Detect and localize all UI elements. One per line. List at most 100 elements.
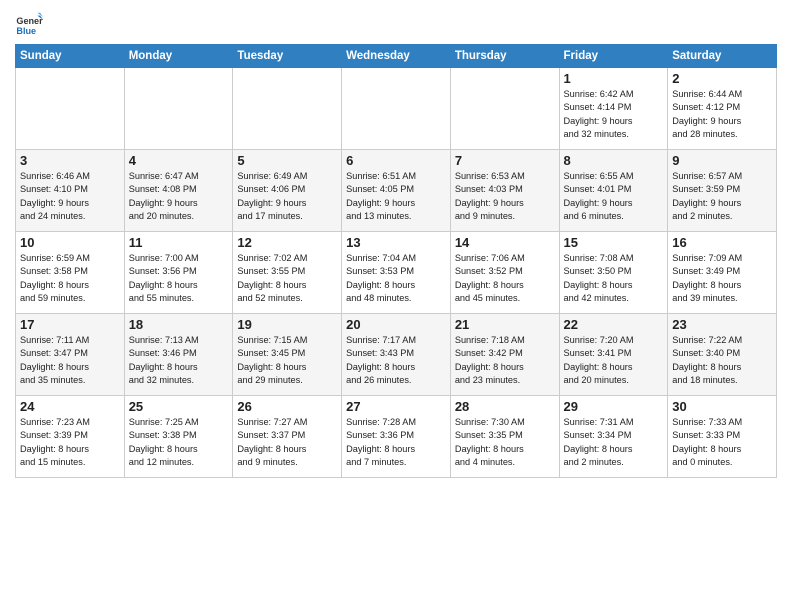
day-number: 21 bbox=[455, 317, 555, 332]
svg-text:General: General bbox=[16, 16, 43, 26]
day-cell: 24Sunrise: 7:23 AM Sunset: 3:39 PM Dayli… bbox=[16, 396, 125, 478]
day-info: Sunrise: 6:47 AM Sunset: 4:08 PM Dayligh… bbox=[129, 170, 229, 223]
day-number: 26 bbox=[237, 399, 337, 414]
day-info: Sunrise: 6:51 AM Sunset: 4:05 PM Dayligh… bbox=[346, 170, 446, 223]
logo-icon: General Blue bbox=[15, 10, 43, 38]
day-info: Sunrise: 6:44 AM Sunset: 4:12 PM Dayligh… bbox=[672, 88, 772, 141]
day-cell: 16Sunrise: 7:09 AM Sunset: 3:49 PM Dayli… bbox=[668, 232, 777, 314]
day-cell: 13Sunrise: 7:04 AM Sunset: 3:53 PM Dayli… bbox=[342, 232, 451, 314]
week-row-0: 1 Sunrise: 6:42 AM Sunset: 4:14 PM Daylig… bbox=[16, 68, 777, 150]
day-cell bbox=[342, 68, 451, 150]
calendar-table: SundayMondayTuesdayWednesdayThursdayFrid… bbox=[15, 44, 777, 478]
day-info: Sunrise: 7:02 AM Sunset: 3:55 PM Dayligh… bbox=[237, 252, 337, 305]
day-cell: 2 Sunrise: 6:44 AM Sunset: 4:12 PM Daylig… bbox=[668, 68, 777, 150]
day-number: 9 bbox=[672, 153, 772, 168]
week-row-2: 10Sunrise: 6:59 AM Sunset: 3:58 PM Dayli… bbox=[16, 232, 777, 314]
day-info: Sunrise: 7:18 AM Sunset: 3:42 PM Dayligh… bbox=[455, 334, 555, 387]
day-info: Sunrise: 7:13 AM Sunset: 3:46 PM Dayligh… bbox=[129, 334, 229, 387]
day-cell: 26 Sunrise: 7:27 AM Sunset: 3:37 PM Dayli… bbox=[233, 396, 342, 478]
header-thursday: Thursday bbox=[450, 45, 559, 68]
header-wednesday: Wednesday bbox=[342, 45, 451, 68]
day-info: Sunrise: 6:57 AM Sunset: 3:59 PM Dayligh… bbox=[672, 170, 772, 223]
day-cell: 10Sunrise: 6:59 AM Sunset: 3:58 PM Dayli… bbox=[16, 232, 125, 314]
day-cell: 25 Sunrise: 7:25 AM Sunset: 3:38 PM Dayli… bbox=[124, 396, 233, 478]
day-info: Sunrise: 6:55 AM Sunset: 4:01 PM Dayligh… bbox=[564, 170, 664, 223]
day-info: Sunrise: 6:53 AM Sunset: 4:03 PM Dayligh… bbox=[455, 170, 555, 223]
day-number: 19 bbox=[237, 317, 337, 332]
day-info: Sunrise: 7:22 AM Sunset: 3:40 PM Dayligh… bbox=[672, 334, 772, 387]
day-cell bbox=[16, 68, 125, 150]
day-info: Sunrise: 7:09 AM Sunset: 3:49 PM Dayligh… bbox=[672, 252, 772, 305]
day-info: Sunrise: 7:27 AM Sunset: 3:37 PM Dayligh… bbox=[237, 416, 337, 469]
calendar-header: SundayMondayTuesdayWednesdayThursdayFrid… bbox=[16, 45, 777, 68]
day-number: 17 bbox=[20, 317, 120, 332]
day-cell: 6 Sunrise: 6:51 AM Sunset: 4:05 PM Daylig… bbox=[342, 150, 451, 232]
day-info: Sunrise: 7:15 AM Sunset: 3:45 PM Dayligh… bbox=[237, 334, 337, 387]
day-cell: 5 Sunrise: 6:49 AM Sunset: 4:06 PM Daylig… bbox=[233, 150, 342, 232]
week-row-4: 24Sunrise: 7:23 AM Sunset: 3:39 PM Dayli… bbox=[16, 396, 777, 478]
day-info: Sunrise: 7:08 AM Sunset: 3:50 PM Dayligh… bbox=[564, 252, 664, 305]
day-number: 23 bbox=[672, 317, 772, 332]
day-number: 18 bbox=[129, 317, 229, 332]
day-cell bbox=[233, 68, 342, 150]
day-cell: 17 Sunrise: 7:11 AM Sunset: 3:47 PM Dayli… bbox=[16, 314, 125, 396]
day-info: Sunrise: 7:31 AM Sunset: 3:34 PM Dayligh… bbox=[564, 416, 664, 469]
day-info: Sunrise: 7:20 AM Sunset: 3:41 PM Dayligh… bbox=[564, 334, 664, 387]
day-number: 12 bbox=[237, 235, 337, 250]
day-number: 2 bbox=[672, 71, 772, 86]
calendar-body: 1 Sunrise: 6:42 AM Sunset: 4:14 PM Daylig… bbox=[16, 68, 777, 478]
svg-text:Blue: Blue bbox=[16, 26, 36, 36]
day-info: Sunrise: 7:17 AM Sunset: 3:43 PM Dayligh… bbox=[346, 334, 446, 387]
day-number: 5 bbox=[237, 153, 337, 168]
day-cell: 15 Sunrise: 7:08 AM Sunset: 3:50 PM Dayli… bbox=[559, 232, 668, 314]
day-number: 28 bbox=[455, 399, 555, 414]
day-info: Sunrise: 6:59 AM Sunset: 3:58 PM Dayligh… bbox=[20, 252, 120, 305]
day-cell: 19 Sunrise: 7:15 AM Sunset: 3:45 PM Dayli… bbox=[233, 314, 342, 396]
day-cell: 12 Sunrise: 7:02 AM Sunset: 3:55 PM Dayli… bbox=[233, 232, 342, 314]
week-row-1: 3Sunrise: 6:46 AM Sunset: 4:10 PM Daylig… bbox=[16, 150, 777, 232]
day-number: 22 bbox=[564, 317, 664, 332]
day-cell bbox=[124, 68, 233, 150]
day-info: Sunrise: 7:25 AM Sunset: 3:38 PM Dayligh… bbox=[129, 416, 229, 469]
logo: General Blue bbox=[15, 10, 47, 38]
header-tuesday: Tuesday bbox=[233, 45, 342, 68]
day-info: Sunrise: 6:46 AM Sunset: 4:10 PM Dayligh… bbox=[20, 170, 120, 223]
day-cell bbox=[450, 68, 559, 150]
header-row: SundayMondayTuesdayWednesdayThursdayFrid… bbox=[16, 45, 777, 68]
day-number: 7 bbox=[455, 153, 555, 168]
header: General Blue bbox=[15, 10, 777, 38]
day-cell: 1 Sunrise: 6:42 AM Sunset: 4:14 PM Daylig… bbox=[559, 68, 668, 150]
day-number: 25 bbox=[129, 399, 229, 414]
main-container: General Blue SundayMondayTuesdayWednesda… bbox=[0, 0, 792, 483]
day-cell: 22 Sunrise: 7:20 AM Sunset: 3:41 PM Dayli… bbox=[559, 314, 668, 396]
day-info: Sunrise: 7:00 AM Sunset: 3:56 PM Dayligh… bbox=[129, 252, 229, 305]
day-number: 15 bbox=[564, 235, 664, 250]
day-info: Sunrise: 6:42 AM Sunset: 4:14 PM Dayligh… bbox=[564, 88, 664, 141]
day-cell: 28Sunrise: 7:30 AM Sunset: 3:35 PM Dayli… bbox=[450, 396, 559, 478]
day-number: 20 bbox=[346, 317, 446, 332]
day-info: Sunrise: 7:11 AM Sunset: 3:47 PM Dayligh… bbox=[20, 334, 120, 387]
day-cell: 30Sunrise: 7:33 AM Sunset: 3:33 PM Dayli… bbox=[668, 396, 777, 478]
day-cell: 7 Sunrise: 6:53 AM Sunset: 4:03 PM Daylig… bbox=[450, 150, 559, 232]
day-number: 29 bbox=[564, 399, 664, 414]
day-number: 27 bbox=[346, 399, 446, 414]
header-saturday: Saturday bbox=[668, 45, 777, 68]
day-number: 11 bbox=[129, 235, 229, 250]
day-info: Sunrise: 6:49 AM Sunset: 4:06 PM Dayligh… bbox=[237, 170, 337, 223]
day-cell: 8 Sunrise: 6:55 AM Sunset: 4:01 PM Daylig… bbox=[559, 150, 668, 232]
day-cell: 14Sunrise: 7:06 AM Sunset: 3:52 PM Dayli… bbox=[450, 232, 559, 314]
day-number: 13 bbox=[346, 235, 446, 250]
day-info: Sunrise: 7:23 AM Sunset: 3:39 PM Dayligh… bbox=[20, 416, 120, 469]
header-monday: Monday bbox=[124, 45, 233, 68]
day-cell: 4Sunrise: 6:47 AM Sunset: 4:08 PM Daylig… bbox=[124, 150, 233, 232]
header-friday: Friday bbox=[559, 45, 668, 68]
day-number: 1 bbox=[564, 71, 664, 86]
day-cell: 18 Sunrise: 7:13 AM Sunset: 3:46 PM Dayli… bbox=[124, 314, 233, 396]
day-cell: 29 Sunrise: 7:31 AM Sunset: 3:34 PM Dayli… bbox=[559, 396, 668, 478]
day-cell: 3Sunrise: 6:46 AM Sunset: 4:10 PM Daylig… bbox=[16, 150, 125, 232]
day-cell: 23 Sunrise: 7:22 AM Sunset: 3:40 PM Dayli… bbox=[668, 314, 777, 396]
week-row-3: 17 Sunrise: 7:11 AM Sunset: 3:47 PM Dayli… bbox=[16, 314, 777, 396]
day-number: 6 bbox=[346, 153, 446, 168]
day-info: Sunrise: 7:33 AM Sunset: 3:33 PM Dayligh… bbox=[672, 416, 772, 469]
day-number: 8 bbox=[564, 153, 664, 168]
